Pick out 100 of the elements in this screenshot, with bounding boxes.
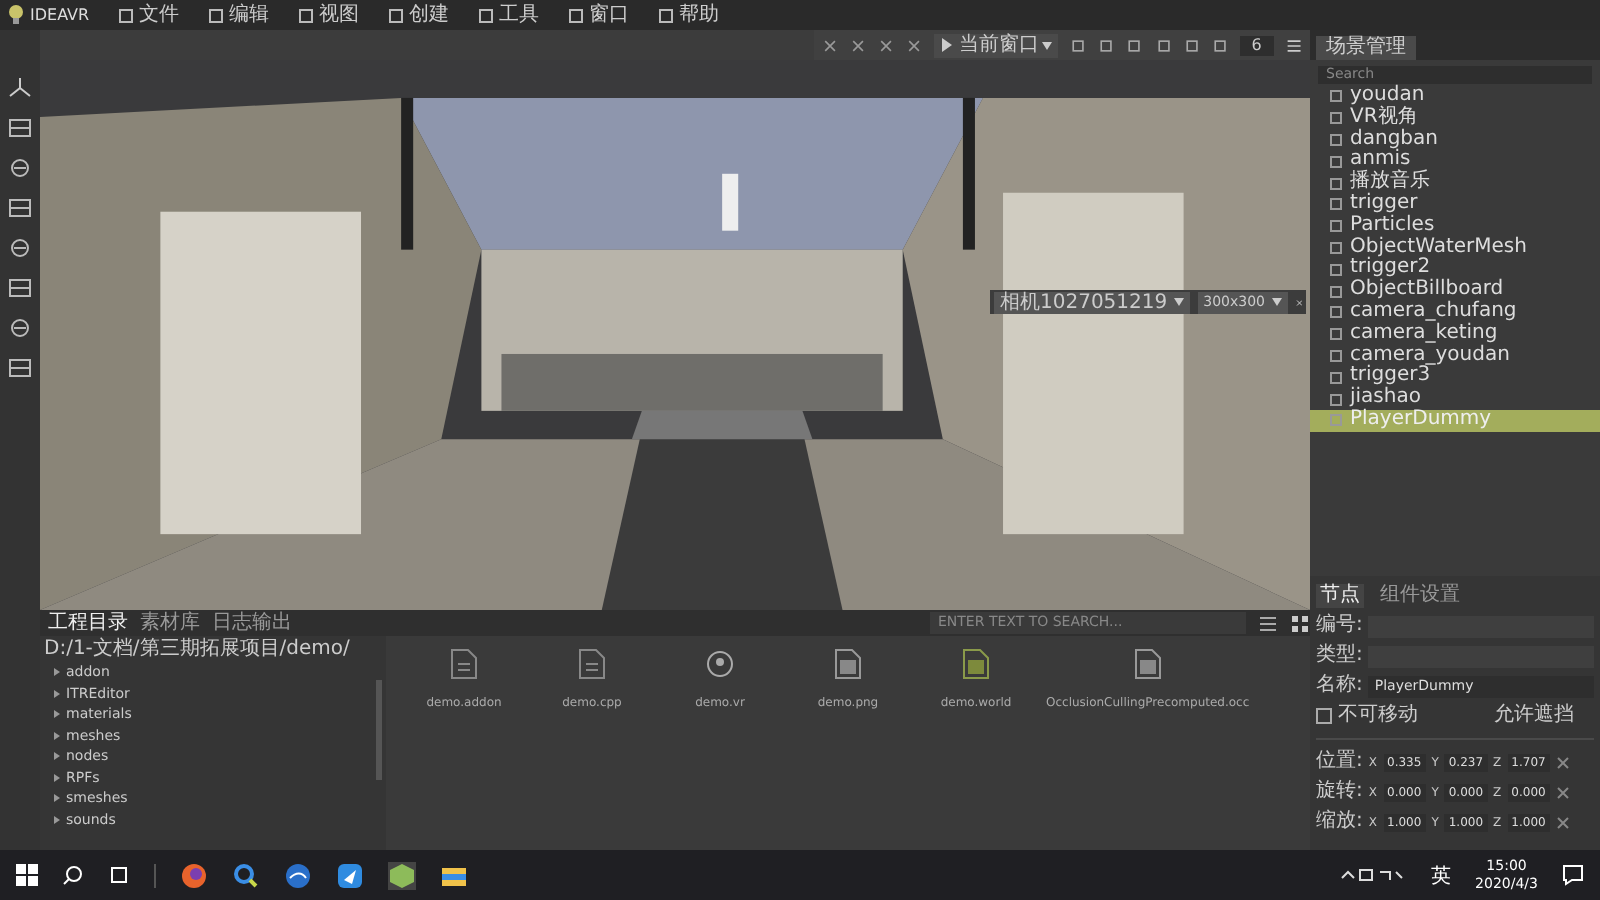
option-label: 允许遮挡 <box>1494 704 1574 728</box>
checkbox-icon[interactable] <box>1330 198 1342 211</box>
view-dropdown[interactable]: 当前窗口 <box>934 33 1059 57</box>
task-view-icon[interactable] <box>108 864 130 886</box>
checkbox-icon[interactable] <box>1330 263 1342 276</box>
camera-dropdown[interactable]: 相机1027051219 <box>994 291 1190 313</box>
scene-item[interactable]: youdan <box>1310 86 1600 108</box>
cube-icon[interactable] <box>388 861 416 889</box>
app-icon[interactable] <box>284 861 312 889</box>
tool-icon[interactable] <box>906 35 923 55</box>
menu-item[interactable]: 文件 <box>117 3 180 27</box>
close-icon[interactable] <box>1295 295 1302 309</box>
panel-tab[interactable]: 工程目录 <box>48 611 128 635</box>
lock-checkbox[interactable]: 不可移动 <box>1316 704 1418 728</box>
scene-item[interactable]: trigger <box>1310 193 1600 216</box>
scene-item[interactable]: camera_chufang <box>1310 301 1600 324</box>
folder-path: D:/1-文档/第三期拓展项目/demo/ <box>44 638 350 662</box>
panel-tab[interactable]: 素材库 <box>140 611 200 635</box>
menu-icon[interactable] <box>1285 35 1302 55</box>
scene-item[interactable]: trigger3 <box>1310 366 1600 389</box>
expand-arrow-icon[interactable] <box>54 731 60 740</box>
tool-icon[interactable] <box>6 234 34 262</box>
scene-item[interactable]: ObjectWaterMesh <box>1310 237 1600 259</box>
reset-icon[interactable] <box>1555 755 1570 769</box>
scene-item[interactable]: ObjectBillboard <box>1310 280 1600 302</box>
number-field[interactable]: 6 <box>1239 35 1274 55</box>
scene-item[interactable]: dangban <box>1310 129 1600 151</box>
scene-item[interactable]: 播放音乐 <box>1310 172 1600 194</box>
file-icon[interactable] <box>450 648 478 680</box>
checkbox-icon[interactable] <box>1330 306 1342 319</box>
panel-tab[interactable]: 节点 <box>1316 584 1364 608</box>
magnifier-icon[interactable] <box>232 861 260 889</box>
scene-item[interactable]: camera_keting <box>1310 323 1600 346</box>
expand-arrow-icon[interactable] <box>54 689 60 698</box>
checkbox-icon[interactable] <box>1330 112 1342 125</box>
checkbox-icon[interactable] <box>1330 241 1342 254</box>
menu-item-icon <box>657 7 674 23</box>
caret-icon <box>1173 298 1184 306</box>
tool-icon[interactable] <box>850 35 867 55</box>
file-icon[interactable] <box>706 648 734 680</box>
scene-item[interactable]: jiashao <box>1310 388 1600 410</box>
file-icon[interactable] <box>1133 648 1162 680</box>
tool-icon[interactable] <box>6 154 34 182</box>
list-view-icon[interactable] <box>1258 613 1278 633</box>
checkbox-icon[interactable] <box>1330 371 1342 384</box>
windows-icon[interactable] <box>16 864 38 886</box>
scene-item[interactable]: Particles <box>1310 215 1600 238</box>
menu-item[interactable]: 视图 <box>297 3 360 27</box>
file-icon[interactable] <box>834 648 862 680</box>
expand-arrow-icon[interactable] <box>54 710 60 719</box>
checkbox-icon[interactable] <box>1330 90 1342 103</box>
menu-item-icon <box>297 7 314 23</box>
menu-item-icon <box>117 7 134 23</box>
tool-icon[interactable] <box>878 35 895 55</box>
panel-tab[interactable]: 组件设置 <box>1376 584 1464 608</box>
scene-item[interactable]: VR视角 <box>1310 107 1600 130</box>
ime-indicator[interactable]: 英 <box>1431 861 1452 889</box>
search-icon[interactable] <box>62 864 84 886</box>
menu-item[interactable]: 帮助 <box>657 3 720 27</box>
notification-icon[interactable] <box>1562 864 1584 886</box>
reset-icon[interactable] <box>1555 815 1570 829</box>
grid-view-icon[interactable] <box>1290 613 1310 633</box>
expand-arrow-icon[interactable] <box>54 752 60 761</box>
tool-icon[interactable] <box>822 35 839 55</box>
checkbox-icon[interactable] <box>1330 349 1342 362</box>
menu-item-icon <box>387 7 404 23</box>
tool-icon[interactable] <box>6 74 34 102</box>
tray-icons[interactable] <box>1339 866 1408 884</box>
menu-item-icon <box>477 7 494 23</box>
scene-item[interactable]: trigger2 <box>1310 258 1600 281</box>
menu-item[interactable]: 窗口 <box>567 3 630 27</box>
checkbox-icon[interactable] <box>1330 285 1342 298</box>
tool-icon[interactable] <box>6 354 34 382</box>
file-icon[interactable] <box>578 648 606 680</box>
panel-tab[interactable]: 日志输出 <box>212 611 292 635</box>
field-label: 类型: <box>1316 644 1363 668</box>
panel-tab[interactable]: 场景管理 <box>1316 36 1416 60</box>
checkbox-icon[interactable] <box>1330 133 1342 146</box>
checkbox-icon[interactable] <box>1330 155 1342 168</box>
reset-icon[interactable] <box>1555 785 1570 799</box>
checkbox-icon[interactable] <box>1330 220 1342 233</box>
tool-icon[interactable] <box>6 194 34 222</box>
expand-arrow-icon[interactable] <box>54 668 60 677</box>
file-icon[interactable] <box>962 648 990 680</box>
checkbox-icon[interactable] <box>1330 328 1342 341</box>
menu-item[interactable]: 编辑 <box>207 3 270 27</box>
menu-item[interactable]: 工具 <box>477 3 540 27</box>
expand-arrow-icon[interactable] <box>54 815 60 824</box>
checkbox-icon[interactable] <box>1330 393 1342 406</box>
tool-icon[interactable] <box>6 274 34 302</box>
expand-arrow-icon[interactable] <box>54 773 60 782</box>
tool-icon[interactable] <box>6 314 34 342</box>
menu-item[interactable]: 创建 <box>387 3 450 27</box>
tool-icon[interactable] <box>6 114 34 142</box>
browser-icon[interactable] <box>180 861 208 889</box>
expand-arrow-icon[interactable] <box>54 794 60 803</box>
checkbox-icon[interactable] <box>1330 414 1342 427</box>
scene-item[interactable]: camera_youdan <box>1310 345 1600 367</box>
field-label: 旋转: <box>1316 780 1363 804</box>
checkbox-icon[interactable] <box>1330 177 1342 190</box>
